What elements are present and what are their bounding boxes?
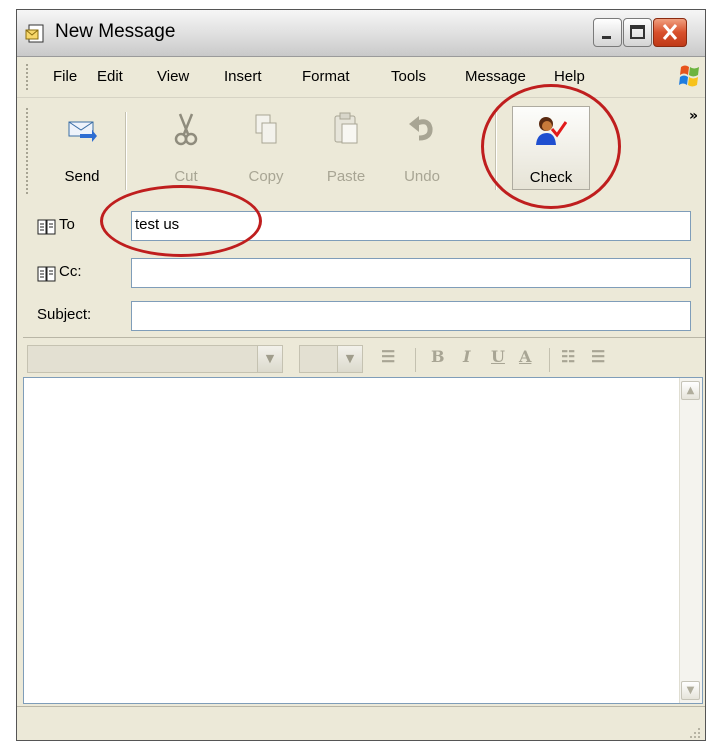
menu-insert[interactable]: Insert xyxy=(224,68,262,85)
maximize-button[interactable] xyxy=(623,18,652,47)
paragraph-style-icon[interactable]: ☰ xyxy=(381,347,395,366)
toolbar-grip[interactable] xyxy=(26,108,32,194)
menu-help[interactable]: Help xyxy=(554,68,585,85)
close-icon xyxy=(662,24,678,40)
menu-file[interactable]: File xyxy=(53,68,77,85)
new-message-window: New Message File Edit View Insert Format… xyxy=(16,9,706,741)
scroll-up-icon[interactable]: ▲ xyxy=(681,381,700,400)
menu-format[interactable]: Format xyxy=(302,68,350,85)
menu-message[interactable]: Message xyxy=(465,68,526,85)
format-separator xyxy=(415,348,416,372)
title-bar[interactable]: New Message xyxy=(17,10,705,57)
close-button[interactable] xyxy=(653,18,687,47)
chevron-down-icon[interactable]: ▼ xyxy=(337,346,362,372)
send-icon xyxy=(68,121,97,142)
check-label: Check xyxy=(529,169,573,186)
cc-field[interactable] xyxy=(131,258,691,288)
font-size-select[interactable]: ▼ xyxy=(299,345,363,373)
menu-tools[interactable]: Tools xyxy=(391,68,426,85)
resize-grip-icon[interactable] xyxy=(687,725,701,739)
windows-flag-icon xyxy=(679,65,699,87)
toolbar-separator xyxy=(495,112,497,190)
cut-label: Cut xyxy=(174,168,198,185)
underline-icon[interactable]: U xyxy=(491,347,505,366)
check-names-button[interactable]: Check xyxy=(512,106,590,190)
font-name-select[interactable]: ▼ xyxy=(27,345,283,373)
undo-button[interactable]: Undo xyxy=(389,106,455,190)
chevron-down-icon[interactable]: ▼ xyxy=(257,346,282,372)
address-book-icon[interactable] xyxy=(37,219,56,235)
status-bar xyxy=(17,706,705,740)
subject-field[interactable] xyxy=(131,301,691,331)
font-color-icon[interactable]: A xyxy=(519,347,531,366)
paste-button[interactable]: Paste xyxy=(313,106,379,190)
undo-label: Undo xyxy=(404,168,440,185)
maximize-icon xyxy=(630,25,645,39)
send-label: Send xyxy=(64,168,100,185)
cut-button[interactable]: Cut xyxy=(153,106,219,190)
cc-label: Cc: xyxy=(59,263,82,280)
to-label: To xyxy=(59,216,75,233)
menu-edit[interactable]: Edit xyxy=(97,68,123,85)
check-names-icon xyxy=(536,117,567,145)
scissors-icon xyxy=(174,113,198,146)
paste-icon xyxy=(334,112,358,144)
bold-icon[interactable]: B xyxy=(431,347,445,366)
to-field[interactable]: test us xyxy=(131,211,691,241)
subject-label: Subject: xyxy=(37,306,92,323)
menu-bar: File Edit View Insert Format Tools Messa… xyxy=(17,57,705,98)
new-message-icon xyxy=(25,24,44,43)
send-button[interactable]: Send xyxy=(49,106,115,190)
window-title: New Message xyxy=(55,21,176,42)
toolbar-overflow-chevron[interactable]: » xyxy=(689,108,698,124)
vertical-scrollbar[interactable]: ▲ ▼ xyxy=(679,378,702,703)
copy-button[interactable]: Copy xyxy=(233,106,299,190)
message-header: To test us Cc: Subject: xyxy=(17,202,705,334)
address-book-icon[interactable] xyxy=(37,266,56,282)
minimize-icon xyxy=(602,36,611,39)
menu-view[interactable]: View xyxy=(157,68,189,85)
minimize-button[interactable] xyxy=(593,18,622,47)
toolbar-separator xyxy=(125,112,127,190)
paste-label: Paste xyxy=(326,168,366,185)
italic-icon[interactable]: I xyxy=(463,347,470,366)
formatting-toolbar: ▼ ▼ ☰ B I U A ☷ ☰ xyxy=(23,337,705,378)
copy-label: Copy xyxy=(248,168,284,185)
format-separator xyxy=(549,348,550,372)
menubar-grip[interactable] xyxy=(26,64,32,90)
bulleted-list-icon[interactable]: ☰ xyxy=(591,347,605,366)
message-body[interactable]: ▲ ▼ xyxy=(23,377,703,704)
numbered-list-icon[interactable]: ☷ xyxy=(561,347,575,366)
scroll-down-icon[interactable]: ▼ xyxy=(681,681,700,700)
toolbar: Send Cut Copy Paste Undo Check » xyxy=(17,98,705,202)
undo-icon xyxy=(409,116,433,141)
copy-icon xyxy=(255,114,277,144)
